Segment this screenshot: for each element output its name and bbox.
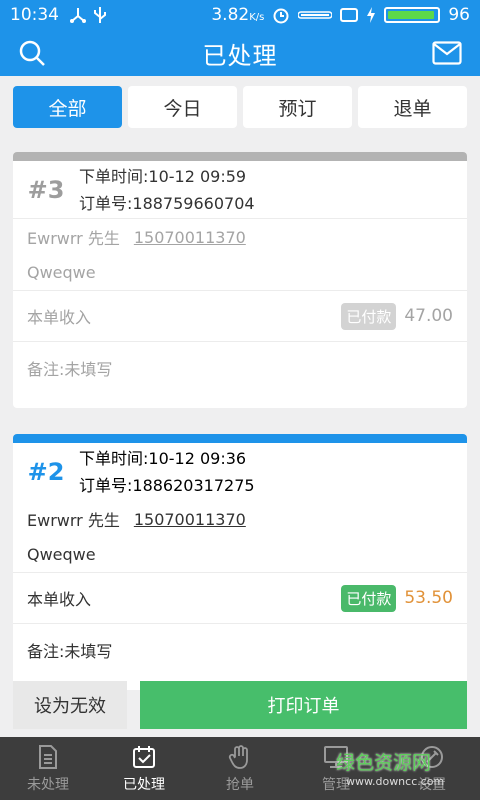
document-icon	[39, 744, 57, 769]
customer-row: Ewrwrr 先生 15070011370	[13, 501, 467, 537]
search-icon[interactable]	[18, 39, 46, 67]
nav-label: 管理	[322, 776, 350, 793]
order-remark: 备注:未填写	[27, 359, 113, 379]
card-top-bar	[13, 434, 467, 443]
status-time: 10:34	[10, 5, 59, 25]
customer-phone[interactable]: 15070011370	[134, 510, 246, 529]
wrench-icon	[421, 745, 443, 768]
tab-refund[interactable]: 退单	[358, 86, 467, 128]
customer-row: Ewrwrr 先生 15070011370	[13, 219, 467, 255]
nav-processed[interactable]: 已处理	[96, 737, 192, 800]
bottom-nav: 未处理 已处理 抢单 管理 设置	[0, 737, 480, 800]
order-id: 订单号:188759660704	[79, 193, 255, 213]
customer-phone[interactable]: 15070011370	[134, 228, 246, 247]
network-speed: 3.82K/s	[211, 5, 265, 25]
charging-icon	[367, 7, 376, 23]
remark-row: 备注:未填写	[13, 342, 467, 393]
order-remark: 备注:未填写	[27, 641, 113, 661]
paid-badge: 已付款	[341, 584, 397, 612]
address-row: Qweqwe	[13, 537, 467, 573]
nav-settings[interactable]: 设置	[384, 737, 480, 800]
order-number: #3	[27, 175, 65, 204]
monitor-icon	[324, 745, 348, 768]
remark-row: 备注:未填写	[13, 624, 467, 675]
order-header: #2 下单时间:10-12 09:36 订单号:188620317275	[13, 443, 467, 501]
battery-percent: 96	[448, 5, 470, 25]
nav-label: 抢单	[226, 776, 254, 793]
network-icon	[70, 8, 86, 23]
customer-address: Qweqwe	[27, 545, 96, 564]
nav-label: 未处理	[27, 776, 69, 793]
nav-grab-order[interactable]: 抢单	[192, 737, 288, 800]
income-label: 本单收入	[27, 590, 92, 609]
order-amount: 47.00	[404, 306, 453, 326]
income-row: 本单收入 已付款 53.50	[13, 573, 467, 624]
set-invalid-button[interactable]: 设为无效	[13, 681, 127, 729]
usb-icon	[94, 7, 106, 23]
calendar-check-icon	[133, 745, 155, 768]
income-row: 本单收入 已付款 47.00	[13, 291, 467, 342]
tab-reservation[interactable]: 预订	[243, 86, 352, 128]
customer-name: Ewrwrr 先生	[27, 229, 120, 248]
nav-label: 已处理	[123, 776, 165, 793]
order-time: 下单时间:10-12 09:36	[79, 449, 247, 468]
paid-badge: 已付款	[341, 302, 397, 330]
order-id: 订单号:188620317275	[79, 476, 255, 495]
print-order-button[interactable]: 打印订单	[140, 681, 467, 729]
order-header: #3 下单时间:10-12 09:59 订单号:188759660704	[13, 161, 467, 219]
customer-name: Ewrwrr 先生	[27, 511, 120, 530]
mail-icon[interactable]	[432, 41, 462, 65]
app-header: 已处理	[0, 30, 480, 76]
order-card[interactable]: #2 下单时间:10-12 09:36 订单号:188620317275 Ewr…	[13, 434, 467, 690]
sim-icon	[340, 8, 359, 22]
tab-today[interactable]: 今日	[128, 86, 237, 128]
address-row: Qweqwe	[13, 255, 467, 291]
battery-icon	[384, 7, 441, 23]
card-top-bar	[13, 152, 467, 161]
nav-manage[interactable]: 管理	[288, 737, 384, 800]
income-label: 本单收入	[27, 308, 92, 327]
order-amount: 53.50	[404, 588, 453, 608]
nav-label: 设置	[418, 776, 446, 793]
customer-address: Qweqwe	[27, 263, 96, 282]
order-time: 下单时间:10-12 09:59	[79, 166, 247, 186]
page-title: 已处理	[202, 41, 278, 70]
tab-all[interactable]: 全部	[13, 86, 122, 128]
status-right-icons: 3.82K/s 96	[211, 5, 470, 25]
alarm-icon	[273, 8, 289, 24]
nav-unprocessed[interactable]: 未处理	[0, 737, 96, 800]
order-card[interactable]: #3 下单时间:10-12 09:59 订单号:188759660704 Ewr…	[13, 152, 467, 408]
status-bar: 10:34 3.82K/s 96	[0, 0, 480, 30]
signal-icon	[298, 11, 333, 19]
status-left-icons	[69, 6, 107, 24]
hand-icon	[228, 744, 248, 769]
order-number: #2	[27, 458, 65, 486]
filter-tabs: 全部 今日 预订 退单	[13, 86, 467, 128]
